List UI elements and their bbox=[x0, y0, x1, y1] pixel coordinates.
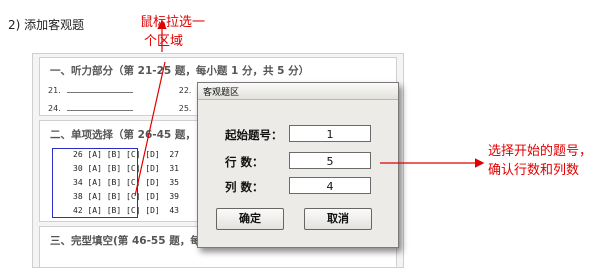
annotation-arrows bbox=[134, 19, 485, 197]
arrow-from-selection bbox=[134, 61, 166, 197]
